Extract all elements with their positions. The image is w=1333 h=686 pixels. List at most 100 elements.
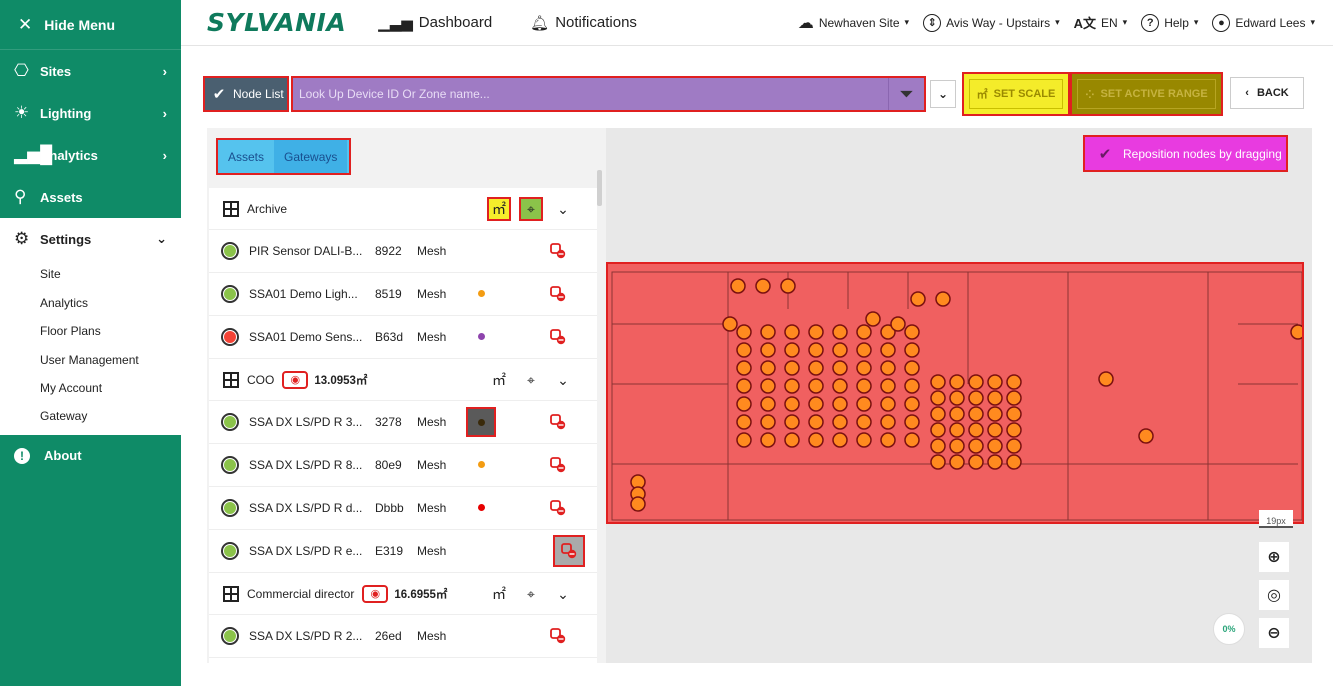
- node-marker[interactable]: [856, 414, 872, 430]
- node-marker[interactable]: [730, 278, 746, 294]
- unlink-icon[interactable]: [549, 456, 567, 474]
- device-row[interactable]: SSA DX LS/PD R 8... 80e9 Mesh: [209, 444, 597, 487]
- set-active-range-button[interactable]: ⁘ SET ACTIVE RANGE: [1070, 72, 1223, 116]
- node-marker[interactable]: [832, 396, 848, 412]
- node-marker[interactable]: [856, 378, 872, 394]
- node-marker[interactable]: [880, 360, 896, 376]
- node-marker[interactable]: [784, 432, 800, 448]
- search-dropdown-button[interactable]: ⌄: [930, 80, 956, 108]
- node-marker[interactable]: [904, 432, 920, 448]
- node-marker[interactable]: [832, 432, 848, 448]
- set-scale-zone-icon[interactable]: ㎡: [487, 197, 511, 221]
- node-marker[interactable]: [930, 422, 946, 438]
- node-marker[interactable]: [832, 342, 848, 358]
- node-marker[interactable]: [808, 360, 824, 376]
- unlink-icon[interactable]: [549, 285, 567, 303]
- node-marker[interactable]: [904, 360, 920, 376]
- eye-icon[interactable]: ◉: [282, 370, 309, 389]
- node-marker[interactable]: [880, 378, 896, 394]
- node-marker[interactable]: [987, 406, 1003, 422]
- locate-icon[interactable]: ⌖: [519, 582, 543, 606]
- device-row[interactable]: SSA DX LS/PD R 3... 3278 Mesh: [209, 401, 597, 444]
- sidebar-item-analytics[interactable]: ▂▅█ Analytics ›: [0, 134, 181, 176]
- chevron-down-icon[interactable]: ⌄: [551, 368, 575, 392]
- node-marker[interactable]: [930, 374, 946, 390]
- sidebar-item-lighting[interactable]: ☀ Lighting ›: [0, 92, 181, 134]
- zoom-fit-button[interactable]: ◎: [1259, 580, 1289, 610]
- unlink-icon[interactable]: [553, 535, 585, 567]
- node-marker[interactable]: [968, 390, 984, 406]
- zone-row[interactable]: Archive ㎡ ⌖ ⌄: [209, 188, 597, 230]
- set-scale-zone-icon[interactable]: ㎡: [487, 582, 511, 606]
- node-marker[interactable]: [930, 390, 946, 406]
- node-marker[interactable]: [856, 396, 872, 412]
- node-marker[interactable]: [935, 291, 951, 307]
- node-marker[interactable]: [760, 432, 776, 448]
- settings-sub-analytics[interactable]: Analytics: [0, 289, 181, 318]
- node-marker[interactable]: [736, 414, 752, 430]
- node-marker[interactable]: [968, 438, 984, 454]
- node-marker[interactable]: [856, 324, 872, 340]
- sidebar-item-sites[interactable]: ⎔ Sites ›: [0, 50, 181, 92]
- node-marker[interactable]: [722, 316, 738, 332]
- sidebar-item-assets[interactable]: ⚲ Assets: [0, 176, 181, 218]
- node-marker[interactable]: [930, 454, 946, 470]
- node-marker[interactable]: [832, 378, 848, 394]
- search-input[interactable]: [293, 78, 888, 110]
- locate-icon[interactable]: ⌖: [519, 368, 543, 392]
- node-marker[interactable]: [987, 422, 1003, 438]
- node-marker[interactable]: [755, 278, 771, 294]
- zoom-out-button[interactable]: ⊖: [1259, 618, 1289, 648]
- node-marker[interactable]: [1138, 428, 1154, 444]
- node-marker[interactable]: [808, 342, 824, 358]
- floor-plan[interactable]: [606, 262, 1304, 524]
- node-marker[interactable]: [760, 378, 776, 394]
- node-marker[interactable]: [904, 396, 920, 412]
- floor-selector[interactable]: ⇕ Avis Way - Upstairs ▾: [923, 13, 1060, 32]
- device-row[interactable]: SSA01 Demo Ligh... 8519 Mesh: [209, 273, 597, 316]
- node-marker[interactable]: [904, 378, 920, 394]
- node-marker[interactable]: [1006, 422, 1022, 438]
- node-marker[interactable]: [780, 278, 796, 294]
- set-scale-zone-icon[interactable]: ㎡: [487, 368, 511, 392]
- node-marker[interactable]: [784, 396, 800, 412]
- settings-sub-gateway[interactable]: Gateway: [0, 403, 181, 435]
- node-marker[interactable]: [1006, 390, 1022, 406]
- help-menu[interactable]: ? Help ▾: [1141, 13, 1198, 32]
- node-marker[interactable]: [1006, 454, 1022, 470]
- node-marker[interactable]: [968, 422, 984, 438]
- chevron-down-icon[interactable]: ⌄: [551, 197, 575, 221]
- node-marker[interactable]: [736, 324, 752, 340]
- tab-assets[interactable]: Assets: [218, 140, 274, 173]
- node-marker[interactable]: [784, 324, 800, 340]
- node-marker[interactable]: [736, 396, 752, 412]
- node-marker[interactable]: [1006, 406, 1022, 422]
- node-marker[interactable]: [736, 342, 752, 358]
- node-marker[interactable]: [949, 390, 965, 406]
- node-marker[interactable]: [736, 432, 752, 448]
- node-marker[interactable]: [880, 432, 896, 448]
- node-marker[interactable]: [930, 438, 946, 454]
- node-marker[interactable]: [784, 414, 800, 430]
- node-marker[interactable]: [968, 454, 984, 470]
- unlink-icon[interactable]: [549, 328, 567, 346]
- node-marker[interactable]: [808, 378, 824, 394]
- reposition-toggle[interactable]: ✔ Reposition nodes by dragging: [1083, 135, 1288, 172]
- node-marker[interactable]: [968, 406, 984, 422]
- node-marker[interactable]: [760, 342, 776, 358]
- chevron-down-icon[interactable]: ⌄: [551, 582, 575, 606]
- unlink-icon[interactable]: [549, 627, 567, 645]
- zone-row[interactable]: COO ◉ 13.0953㎡ ㎡ ⌖ ⌄: [209, 359, 597, 401]
- node-marker[interactable]: [784, 378, 800, 394]
- node-marker[interactable]: [736, 378, 752, 394]
- node-marker[interactable]: [930, 406, 946, 422]
- node-marker[interactable]: [832, 414, 848, 430]
- zoom-in-button[interactable]: ⊕: [1259, 542, 1289, 572]
- node-marker[interactable]: [968, 374, 984, 390]
- unlink-icon[interactable]: [549, 242, 567, 260]
- language-selector[interactable]: A文 EN ▾: [1074, 13, 1128, 32]
- device-row[interactable]: SSA DX LS/PD R 2... 26ed Mesh: [209, 615, 597, 658]
- sidebar-item-about[interactable]: ! About: [0, 435, 181, 477]
- node-marker[interactable]: [904, 324, 920, 340]
- node-marker[interactable]: [987, 374, 1003, 390]
